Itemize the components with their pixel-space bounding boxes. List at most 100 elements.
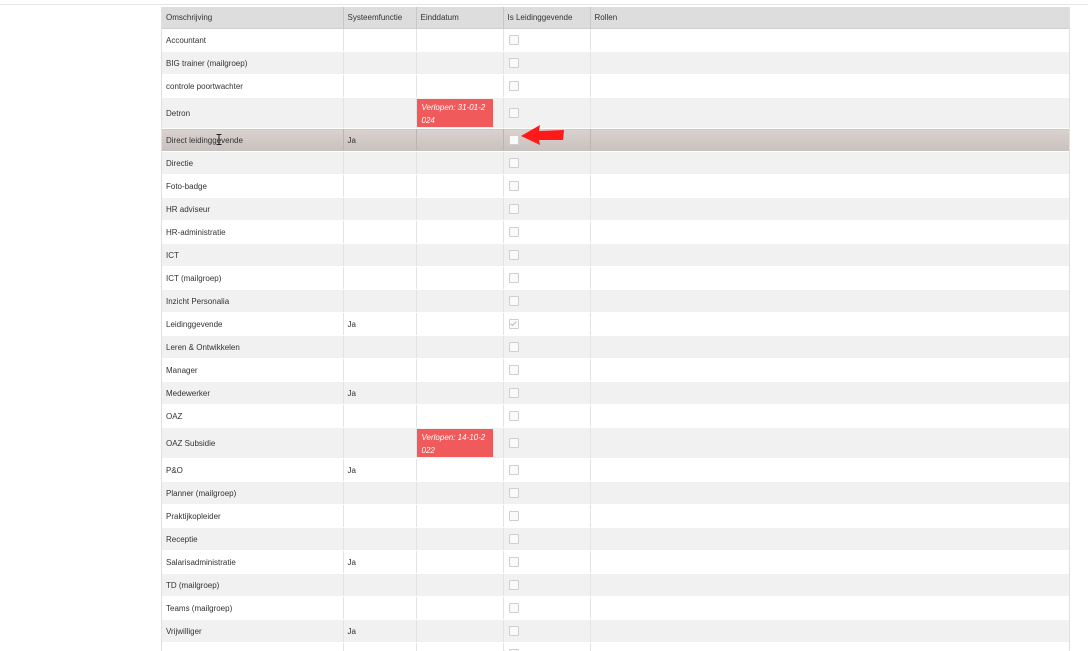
cell-description: Salarisadministratie [162,550,344,574]
table-row[interactable]: Inzicht Personalia [162,289,1069,313]
cell-is-manager [503,289,591,313]
cell-system-function [343,504,417,528]
cell-roles [590,174,1069,198]
is-manager-checkbox[interactable] [508,108,519,118]
table-row[interactable]: Leidinggevende Ja [162,312,1069,336]
cell-description: Manager [162,358,344,382]
is-manager-checkbox[interactable] [508,465,519,475]
is-manager-checkbox[interactable] [508,438,519,448]
cell-is-manager [503,335,591,359]
cell-end-date: Verlopen: 14-10-2022 [416,427,504,459]
cell-is-manager [503,51,591,75]
cell-system-function: Ja [343,550,417,574]
cell-roles [590,74,1069,98]
cell-end-date [416,458,504,482]
is-manager-checkbox[interactable] [508,227,519,237]
is-manager-checkbox[interactable] [508,319,519,329]
is-manager-checkbox[interactable] [508,511,519,521]
is-manager-checkbox[interactable] [508,603,519,613]
column-header-end-date[interactable]: Einddatum [416,7,504,29]
cell-description: Inzicht Personalia [162,289,344,313]
cell-description: OAZ [162,404,344,428]
is-manager-checkbox[interactable] [508,365,519,375]
cell-description: Planner (mailgroep) [162,481,344,505]
table-row[interactable]: Salarisadministratie Ja [162,550,1069,574]
table-row[interactable]: Accountant [162,28,1069,52]
table-row[interactable]: OAZ Subsidie Verlopen: 14-10-2022 [162,427,1069,459]
is-manager-checkbox[interactable] [508,296,519,306]
cell-end-date [416,174,504,198]
is-manager-checkbox[interactable] [508,557,519,567]
table-row[interactable]: ICT (mailgroep) [162,266,1069,290]
table-row[interactable]: Vrijwilliger Ja [162,619,1069,643]
cell-end-date [416,312,504,336]
cell-roles [590,381,1069,405]
is-manager-checkbox[interactable] [508,81,519,91]
is-manager-checkbox[interactable] [508,135,519,145]
cell-description: ICT [162,243,344,267]
cell-roles [590,358,1069,382]
cell-end-date [416,151,504,175]
is-manager-checkbox[interactable] [508,158,519,168]
is-manager-checkbox[interactable] [508,273,519,283]
table-row[interactable]: Direct leidinggevende Ja [162,128,1069,152]
cell-system-function: Ja [343,642,417,651]
table-row[interactable]: Leren & Ontwikkelen [162,335,1069,359]
cell-roles [590,335,1069,359]
cell-end-date [416,573,504,597]
is-manager-checkbox[interactable] [508,411,519,421]
column-header-system-function[interactable]: Systeemfunctie [343,7,417,29]
is-manager-checkbox[interactable] [508,181,519,191]
is-manager-checkbox[interactable] [508,58,519,68]
table-row[interactable]: BIG trainer (mailgroep) [162,51,1069,75]
is-manager-checkbox[interactable] [508,204,519,214]
cell-description: Leidinggevende [162,312,344,336]
table-row[interactable]: HR adviseur [162,197,1069,221]
column-header-roles[interactable]: Rollen [590,7,1069,29]
is-manager-checkbox[interactable] [508,534,519,544]
cell-end-date [416,404,504,428]
table-row[interactable]: Planner (mailgroep) [162,481,1069,505]
cell-roles [590,197,1069,221]
is-manager-checkbox[interactable] [508,250,519,260]
cell-roles [590,619,1069,643]
cell-end-date [416,28,504,52]
table-row[interactable]: Manager [162,358,1069,382]
is-manager-checkbox[interactable] [508,342,519,352]
cell-description: HR adviseur [162,197,344,221]
cell-system-function [343,28,417,52]
cell-is-manager [503,358,591,382]
table-row[interactable]: Detron Verlopen: 31-01-2024 [162,97,1069,129]
cell-description: Accountant [162,28,344,52]
table-row[interactable]: Medewerker Ja [162,381,1069,405]
column-header-description[interactable]: Omschrijving [162,7,344,29]
cell-system-function [343,527,417,551]
table-row[interactable]: VrijwilligerscoördinatorJa [162,642,1069,651]
cell-is-manager [503,312,591,336]
table-row[interactable]: ICT [162,243,1069,267]
table-row[interactable]: P&O Ja [162,458,1069,482]
is-manager-checkbox[interactable] [508,488,519,498]
cell-roles [590,550,1069,574]
table-row[interactable]: TD (mailgroep) [162,573,1069,597]
is-manager-checkbox[interactable] [508,388,519,398]
table-row[interactable]: Directie [162,151,1069,175]
is-manager-checkbox[interactable] [508,580,519,590]
table-row[interactable]: Foto-badge [162,174,1069,198]
cell-roles [590,28,1069,52]
cell-is-manager [503,619,591,643]
cell-end-date [416,220,504,244]
is-manager-checkbox[interactable] [508,626,519,636]
table-row[interactable]: Praktijkopleider [162,504,1069,528]
cell-roles [590,427,1069,459]
cell-description: Foto-badge [162,174,344,198]
table-row[interactable]: HR-administratie [162,220,1069,244]
cell-description: P&O [162,458,344,482]
table-row[interactable]: Teams (mailgroep) [162,596,1069,620]
table-row[interactable]: Receptie [162,527,1069,551]
cell-system-function: Ja [343,128,417,152]
table-row[interactable]: OAZ [162,404,1069,428]
is-manager-checkbox[interactable] [508,35,519,45]
table-row[interactable]: controle poortwachter [162,74,1069,98]
column-header-is-manager[interactable]: Is Leidinggevende [503,7,591,29]
